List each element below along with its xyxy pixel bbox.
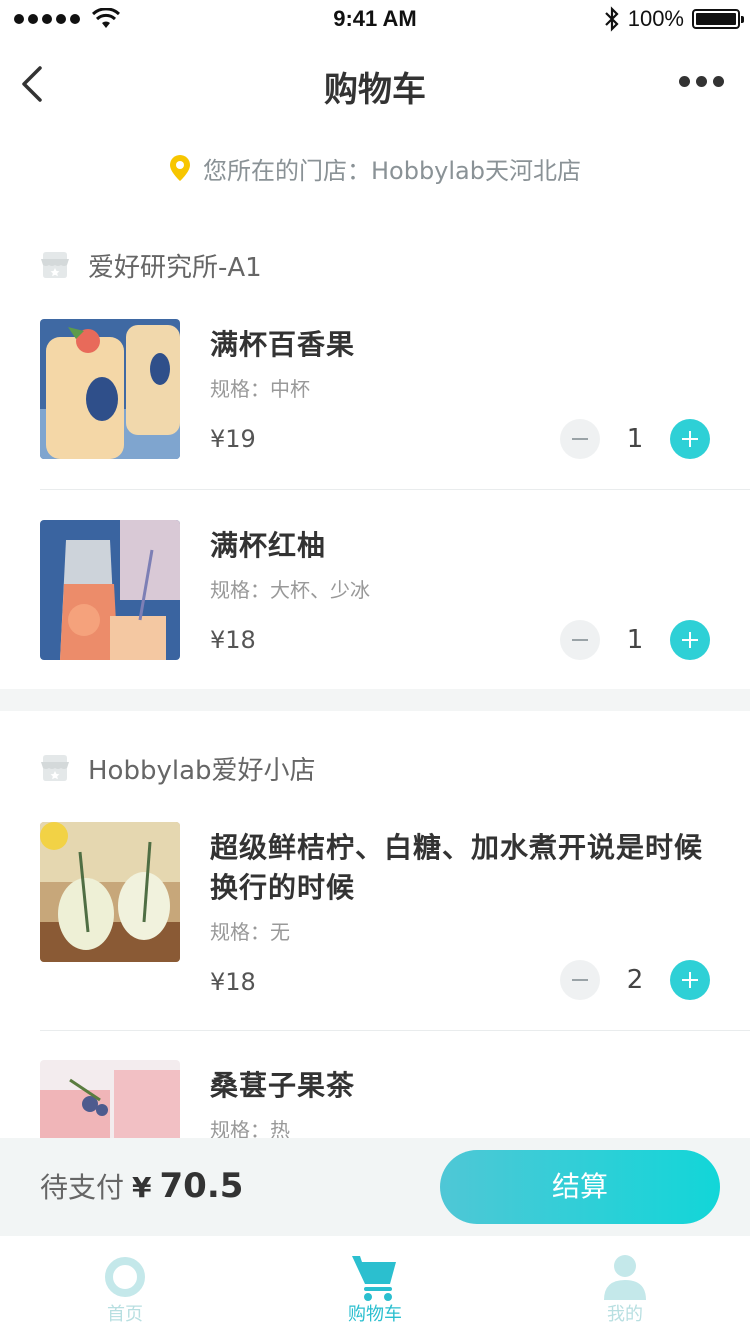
decrease-button[interactable] [560, 960, 600, 1000]
tab-label: 我的 [607, 1304, 643, 1325]
quantity-value: 2 [626, 965, 644, 995]
product-image [40, 319, 180, 459]
home-icon [105, 1257, 145, 1297]
store-location[interactable]: 您所在的门店：Hobbylab天河北店 [0, 148, 750, 188]
checkout-button[interactable]: 结算 [440, 1150, 720, 1224]
total-amount: 70.5 [159, 1166, 244, 1206]
divider [40, 489, 750, 490]
bluetooth-icon [604, 6, 619, 32]
quantity-stepper: 1 [560, 620, 710, 660]
nav-bar: 购物车 [0, 40, 750, 128]
currency-symbol: ¥ [132, 1171, 152, 1204]
product-spec: 规格：中杯 [210, 377, 310, 401]
page-title: 购物车 [324, 70, 426, 110]
shop-icon [41, 755, 69, 781]
more-icon[interactable] [679, 76, 724, 87]
quantity-stepper: 1 [560, 419, 710, 459]
product-name: 桑葚子果茶 [210, 1069, 356, 1102]
shop-header: 爱好研究所-A1 [40, 245, 262, 285]
user-icon [604, 1255, 646, 1300]
tab-home[interactable]: 首页 [0, 1236, 250, 1334]
product-name: 满杯红柚 [210, 529, 327, 562]
shop-icon [41, 252, 69, 278]
tab-label: 购物车 [348, 1304, 402, 1325]
increase-button[interactable] [670, 620, 710, 660]
location-pin-icon [169, 155, 190, 181]
quantity-stepper: 2 [560, 960, 710, 1000]
status-bar: 9:41 AM 100% [0, 0, 750, 40]
quantity-value: 1 [626, 625, 644, 655]
product-name: 超级鲜桔柠、白糖、加水煮开说是时候换行的时候 [210, 831, 704, 904]
increase-button[interactable] [670, 960, 710, 1000]
product-image [40, 822, 180, 962]
quantity-value: 1 [626, 424, 644, 454]
checkout-bar: 待支付 ¥ 70.5 结算 [0, 1138, 750, 1236]
section-separator [0, 689, 750, 711]
tab-label: 首页 [107, 1304, 143, 1325]
shop-name: 爱好研究所-A1 [88, 252, 262, 283]
product-name: 满杯百香果 [210, 328, 356, 361]
tab-profile[interactable]: 我的 [500, 1236, 750, 1334]
tab-bar: 首页 购物车 我的 [0, 1236, 750, 1334]
location-text: 您所在的门店：Hobbylab天河北店 [202, 156, 581, 185]
pending-total: 待支付 ¥ 70.5 [40, 1166, 243, 1206]
shop-header: Hobbylab爱好小店 [40, 748, 316, 788]
cart-icon [352, 1256, 396, 1301]
shop-name: Hobbylab爱好小店 [88, 755, 316, 786]
product-spec: 规格：大杯、少冰 [210, 578, 370, 602]
divider [40, 1030, 750, 1031]
cart-item[interactable]: 超级鲜桔柠、白糖、加水煮开说是时候换行的时候 规格：无 ¥18 2 [40, 822, 750, 1022]
tab-cart[interactable]: 购物车 [250, 1236, 500, 1334]
increase-button[interactable] [670, 419, 710, 459]
product-price: ¥18 [210, 968, 256, 996]
decrease-button[interactable] [560, 419, 600, 459]
product-price: ¥18 [210, 626, 256, 654]
battery-icon [692, 9, 744, 29]
pending-label: 待支付 [40, 1171, 125, 1204]
decrease-button[interactable] [560, 620, 600, 660]
product-price: ¥19 [210, 425, 256, 453]
product-spec: 规格：无 [210, 920, 290, 944]
product-image [40, 520, 180, 660]
battery-percent: 100% [627, 6, 684, 31]
